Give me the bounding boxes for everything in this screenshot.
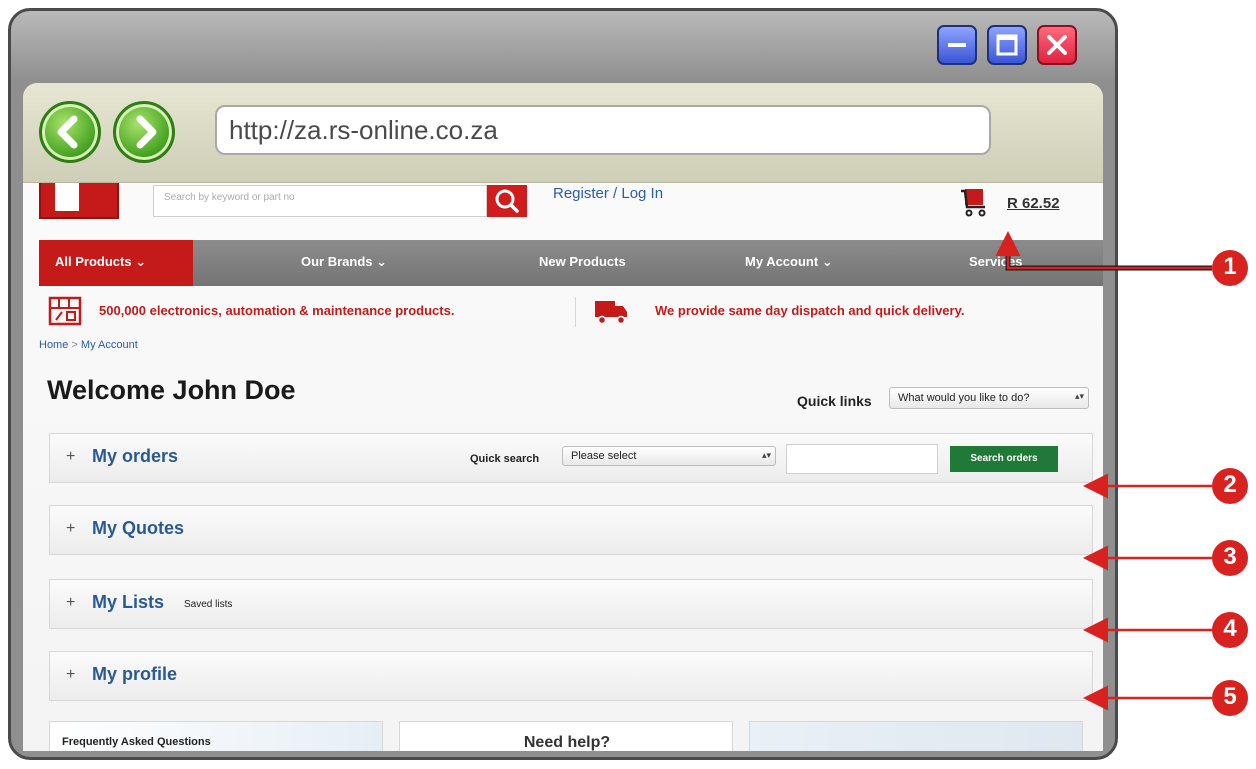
quick-links-value: What would you like to do? — [898, 392, 1030, 404]
back-arrow-icon[interactable] — [39, 101, 101, 163]
promo-products: 500,000 electronics, automation & mainte… — [99, 303, 455, 318]
nav-new-products[interactable]: New Products — [539, 240, 626, 286]
chevron-down-icon: ⌄ — [376, 254, 388, 269]
promo-delivery: We provide same day dispatch and quick d… — [655, 303, 965, 318]
cart-total[interactable]: R 62.52 — [1007, 195, 1060, 212]
quick-links-select[interactable]: What would you like to do? ▴▾ — [889, 387, 1089, 409]
callout-1: 1 — [1212, 250, 1248, 286]
web-page: Search by keyword or part no Register / … — [23, 183, 1103, 751]
rs-logo[interactable] — [39, 183, 119, 219]
breadcrumb-separator: > — [71, 339, 78, 351]
forward-arrow-icon[interactable] — [113, 101, 175, 163]
select-arrows-icon: ▴▾ — [761, 450, 771, 460]
section-title[interactable]: My orders — [92, 446, 178, 467]
breadcrumb-current[interactable]: My Account — [81, 339, 138, 351]
callout-4: 4 — [1212, 612, 1248, 648]
main-navbar: All Products ⌄ Our Brands ⌄ New Products… — [39, 240, 1103, 286]
faq-title[interactable]: Frequently Asked Questions — [62, 736, 211, 748]
callout-3: 3 — [1212, 540, 1248, 576]
maximize-icon[interactable] — [987, 25, 1027, 65]
browser-toolbar: http://za.rs-online.co.za — [23, 83, 1103, 183]
delivery-truck-icon — [595, 301, 627, 325]
stage: http://za.rs-online.co.za Search by keyw… — [0, 0, 1256, 769]
section-my-orders[interactable]: + My orders Quick search Please select ▴… — [49, 433, 1093, 483]
section-my-lists[interactable]: + My Lists Saved lists — [49, 579, 1093, 629]
nav-my-account[interactable]: My Account ⌄ — [745, 240, 833, 286]
breadcrumb: Home > My Account — [39, 339, 138, 351]
need-help-title: Need help? — [523, 734, 611, 751]
nav-services[interactable]: Services — [969, 240, 1023, 286]
nav-my-account-label: My Account — [745, 254, 819, 269]
quick-search-label: Quick search — [470, 453, 540, 465]
products-icon — [48, 296, 82, 326]
nav-all-products[interactable]: All Products ⌄ — [39, 240, 193, 286]
faq-panel[interactable]: Frequently Asked Questions — [49, 721, 383, 751]
breadcrumb-home[interactable]: Home — [39, 339, 68, 351]
help-panel[interactable]: Need help? — [399, 721, 733, 751]
expand-icon[interactable]: + — [66, 666, 75, 684]
quick-search-input[interactable] — [786, 444, 938, 474]
register-login-link[interactable]: Register / Log In — [553, 185, 663, 202]
search-button[interactable] — [487, 185, 527, 217]
cart-icon[interactable] — [959, 187, 989, 217]
search-icon — [495, 189, 519, 213]
section-title[interactable]: My Quotes — [92, 518, 184, 539]
expand-icon[interactable]: + — [66, 448, 75, 466]
select-arrows-icon: ▴▾ — [1074, 391, 1084, 401]
quick-search-select[interactable]: Please select ▴▾ — [562, 446, 776, 466]
nav-our-brands-label: Our Brands — [301, 254, 373, 269]
nav-all-products-label: All Products — [55, 254, 132, 269]
section-title[interactable]: My profile — [92, 664, 177, 685]
section-title[interactable]: My Lists — [92, 592, 164, 613]
page-title: Welcome John Doe — [47, 375, 296, 405]
promo-divider — [575, 297, 576, 327]
section-my-quotes[interactable]: + My Quotes — [49, 505, 1093, 555]
expand-icon[interactable]: + — [66, 594, 75, 612]
minimize-icon[interactable] — [937, 25, 977, 65]
chevron-down-icon: ⌄ — [135, 254, 147, 269]
close-icon[interactable] — [1037, 25, 1077, 65]
quick-links-label: Quick links — [797, 393, 872, 409]
callout-2: 2 — [1212, 468, 1248, 504]
nav-our-brands[interactable]: Our Brands ⌄ — [301, 240, 387, 286]
product-search-input[interactable]: Search by keyword or part no — [153, 185, 487, 217]
expand-icon[interactable]: + — [66, 520, 75, 538]
url-bar[interactable]: http://za.rs-online.co.za — [215, 105, 991, 155]
section-subtitle: Saved lists — [184, 599, 233, 610]
callout-5: 5 — [1212, 680, 1248, 716]
chevron-down-icon: ⌄ — [821, 254, 833, 269]
browser-window: http://za.rs-online.co.za Search by keyw… — [8, 8, 1118, 760]
search-orders-button[interactable]: Search orders — [950, 446, 1058, 472]
section-my-profile[interactable]: + My profile — [49, 651, 1093, 701]
map-panel — [749, 721, 1083, 751]
quick-search-value: Please select — [571, 450, 637, 462]
